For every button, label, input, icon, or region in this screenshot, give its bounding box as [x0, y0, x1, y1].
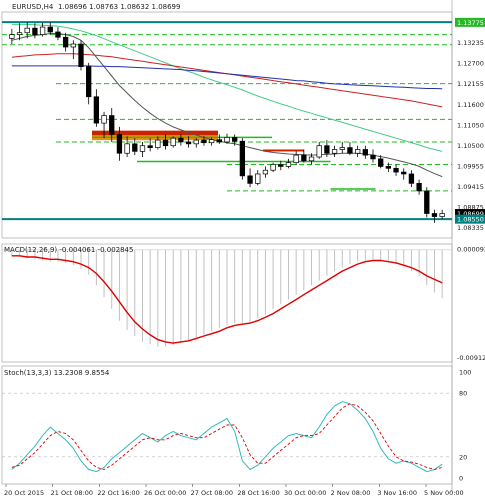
- price-tick-label: 1.13775: [457, 19, 484, 27]
- candle-body: [139, 145, 146, 152]
- candle-body: [9, 34, 15, 39]
- moving-average-line: [11, 65, 443, 90]
- candle-body: [416, 183, 422, 192]
- candle-body: [47, 26, 53, 33]
- time-tick-label: 20 Oct 2015: [4, 489, 44, 497]
- moving-average-line: [11, 23, 443, 152]
- stoch-tick-label: 0: [459, 475, 463, 483]
- candle-body: [170, 137, 176, 147]
- candle-body: [401, 171, 407, 175]
- candle-body: [86, 66, 92, 98]
- time-tick-label: 28 Oct 16:00: [237, 489, 279, 497]
- candle-body: [424, 190, 430, 214]
- candle-body: [147, 145, 153, 148]
- candle-body: [193, 139, 199, 145]
- candle-body: [370, 154, 376, 160]
- candle-body: [247, 175, 253, 184]
- macd-tick-label: 0.000092: [457, 245, 485, 253]
- time-tick-label: 27 Oct 08:00: [191, 489, 233, 497]
- macd-label: MACD(12,26,9) -0.004061 -0.002845: [4, 246, 134, 254]
- candle-body: [255, 173, 261, 184]
- price-zone: [263, 149, 304, 152]
- candle-body: [232, 137, 238, 142]
- candle-body: [408, 173, 415, 184]
- candle-body: [278, 164, 284, 167]
- stoch-tick-label: 20: [459, 453, 467, 461]
- candle-body: [339, 147, 345, 150]
- price-tick-label: 1.12700: [457, 59, 484, 67]
- candle-body: [378, 158, 384, 167]
- price-tick-label: 1.11050: [457, 122, 484, 130]
- candle-body: [224, 137, 230, 143]
- price-tick-label: 1.12155: [457, 80, 484, 88]
- candle-body: [347, 147, 353, 154]
- candle-body: [354, 149, 361, 154]
- candle-body: [78, 43, 84, 67]
- candle-body: [32, 27, 38, 35]
- candle-body: [362, 149, 368, 156]
- candle-body: [116, 134, 123, 154]
- price-tick-label: 1.11600: [457, 101, 484, 109]
- price-tick-label: 1.10500: [457, 142, 484, 150]
- candle-body: [239, 140, 246, 177]
- candle-body: [431, 213, 438, 217]
- price-tick-label: 1.08550: [457, 216, 484, 224]
- time-tick-label: 3 Nov 16:00: [377, 489, 417, 497]
- candle-body: [101, 115, 107, 124]
- moving-average-line: [11, 53, 443, 108]
- candle-body: [324, 145, 330, 154]
- price-tick-label: 1.13235: [457, 39, 484, 47]
- candle-body: [216, 139, 222, 143]
- candle-body: [70, 43, 76, 48]
- candle-body: [24, 27, 30, 34]
- time-tick-label: 26 Oct 00:00: [144, 489, 186, 497]
- stoch-tick-label: 80: [459, 390, 467, 398]
- candle-body: [162, 139, 169, 147]
- stoch-tick-label: 100: [459, 369, 471, 377]
- candle-body: [185, 141, 192, 145]
- candle-body: [55, 31, 61, 38]
- time-tick-label: 21 Oct 08:00: [51, 489, 93, 497]
- time-tick-label: 30 Oct 00:00: [284, 489, 326, 497]
- candle-body: [262, 169, 269, 175]
- candle-body: [316, 145, 322, 158]
- candle-body: [155, 139, 161, 148]
- candle-body: [301, 154, 307, 162]
- candle-body: [293, 154, 299, 164]
- stoch-label: Stoch(13,3,3) 13.2308 9.8554: [4, 369, 110, 377]
- candle-body: [109, 115, 115, 135]
- candle-body: [39, 26, 46, 35]
- candle-body: [16, 32, 23, 35]
- price-tick-label: 1.09955: [457, 163, 484, 171]
- candle-body: [308, 156, 315, 162]
- stoch-signal-line: [11, 403, 443, 470]
- candle-body: [439, 213, 445, 217]
- candle-body: [208, 139, 215, 144]
- price-tick-label: 1.09415: [457, 183, 484, 191]
- price-pane-frame: [1, 11, 453, 239]
- candle-body: [178, 137, 184, 143]
- macd-tick-label: -0.009125: [457, 354, 485, 362]
- candle-body: [124, 143, 130, 154]
- time-tick-label: 5 Nov 00:00: [424, 489, 464, 497]
- stoch-main-line: [11, 401, 443, 473]
- candle-body: [393, 167, 399, 173]
- price-tick-label: 1.08335: [457, 224, 484, 232]
- candle-body: [201, 139, 207, 144]
- candle-body: [331, 149, 338, 154]
- time-tick-label: 2 Nov 08:00: [331, 489, 371, 497]
- time-tick-label: 22 Oct 16:00: [97, 489, 139, 497]
- candle-body: [385, 166, 392, 169]
- header-ohlc: 1.08696 1.08763 1.08632 1.08699: [58, 3, 181, 11]
- candle-body: [93, 96, 100, 124]
- candle-body: [132, 143, 138, 152]
- moving-average-line: [11, 33, 443, 178]
- header-symbol: EURUSD,H4: [12, 3, 54, 11]
- candle-body: [285, 162, 292, 167]
- candle-body: [62, 36, 69, 48]
- candle-body: [270, 164, 276, 171]
